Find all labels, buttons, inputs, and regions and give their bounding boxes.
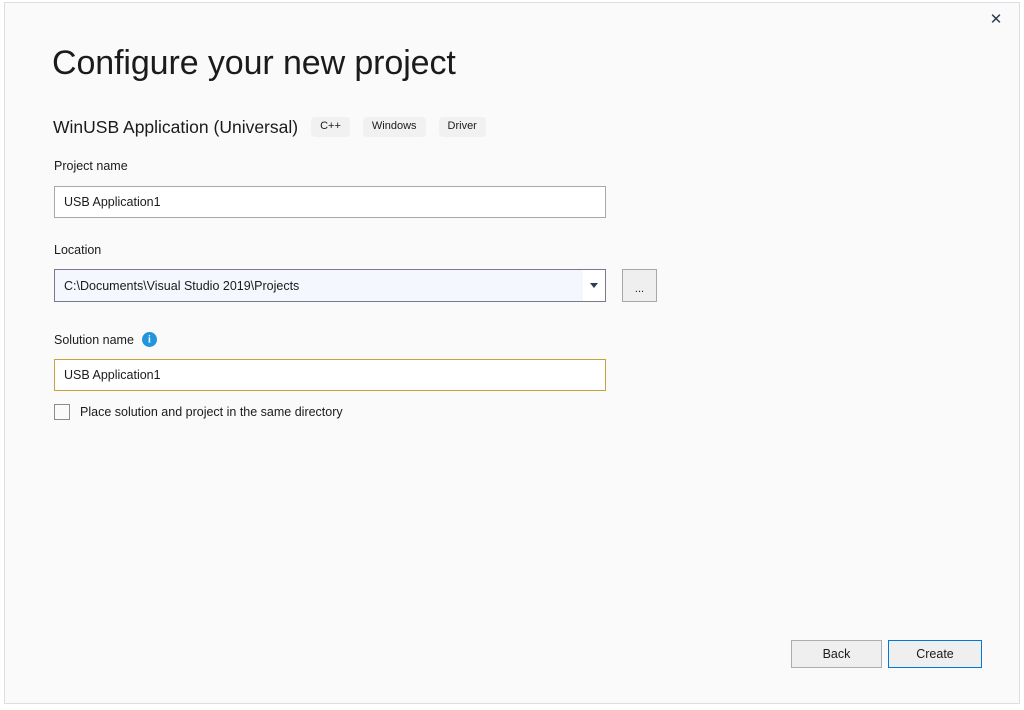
configure-project-dialog: ✕ Configure your new project WinUSB Appl…	[4, 2, 1020, 704]
back-button[interactable]: Back	[791, 640, 882, 668]
browse-location-button[interactable]: ...	[622, 269, 657, 302]
same-directory-checkbox[interactable]	[54, 404, 70, 420]
solution-name-input[interactable]	[54, 359, 606, 391]
close-icon: ✕	[989, 9, 1003, 28]
create-button[interactable]: Create	[888, 640, 982, 668]
solution-name-label-text: Solution name	[54, 332, 134, 347]
tag-platform: Windows	[362, 117, 426, 137]
location-value: C:\Documents\Visual Studio 2019\Projects	[64, 278, 300, 293]
project-name-input[interactable]	[54, 186, 606, 218]
same-directory-checkbox-row[interactable]: Place solution and project in the same d…	[54, 404, 343, 420]
close-button[interactable]: ✕	[973, 3, 1019, 35]
same-directory-label: Place solution and project in the same d…	[80, 405, 343, 419]
info-icon[interactable]	[141, 332, 157, 347]
solution-name-label: Solution name	[54, 332, 157, 347]
page-title: Configure your new project	[52, 44, 456, 82]
location-combobox[interactable]: C:\Documents\Visual Studio 2019\Projects	[54, 269, 606, 302]
tag-project-type: Driver	[438, 117, 486, 137]
template-summary: WinUSB Application (Universal) C++ Windo…	[53, 115, 486, 139]
tag-language: C++	[311, 117, 350, 137]
chevron-down-icon[interactable]	[583, 270, 605, 301]
project-name-label: Project name	[54, 159, 128, 173]
location-label: Location	[54, 243, 102, 257]
template-name: WinUSB Application (Universal)	[53, 116, 299, 137]
